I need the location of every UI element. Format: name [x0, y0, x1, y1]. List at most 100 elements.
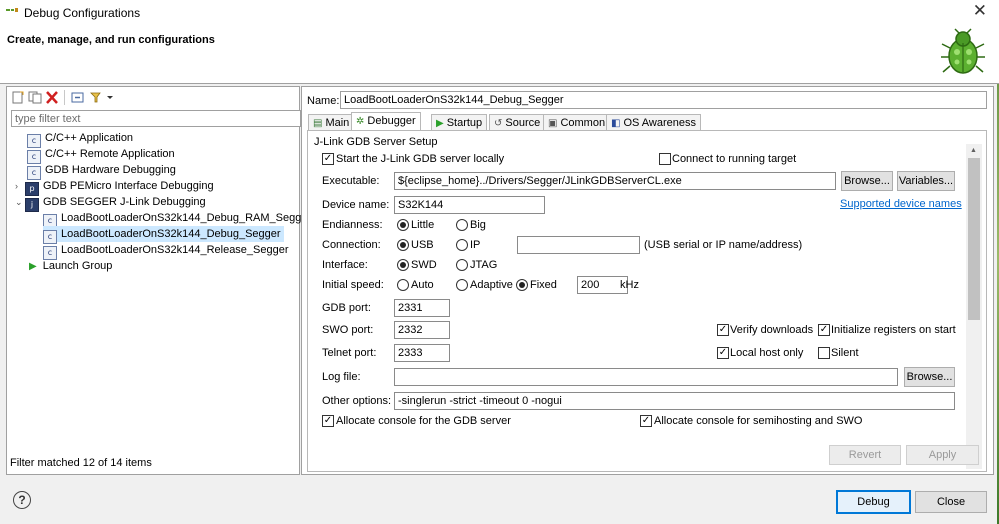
tree-item-release[interactable]: c LoadBootLoaderOnS32k144_Release_Segger: [43, 242, 289, 260]
tree-item-segger-jlink[interactable]: ⌄ j GDB SEGGER J-Link Debugging: [15, 194, 206, 212]
scroll-up-icon[interactable]: ▲: [970, 147, 977, 154]
name-label: Name:: [307, 95, 340, 107]
ip-label: IP: [470, 239, 481, 251]
tree-item-label: LoadBootLoaderOnS32k144_Release_Segger: [61, 244, 289, 256]
log-file-label: Log file:: [322, 371, 361, 383]
fixed-speed-radio[interactable]: [516, 279, 528, 291]
start-server-checkbox[interactable]: ✓: [322, 153, 334, 165]
filter-input[interactable]: [11, 110, 301, 127]
usb-radio[interactable]: [397, 239, 409, 251]
connection-hint: (USB serial or IP name/address): [644, 239, 803, 251]
debugger-tab-content: J-Link GDB Server Setup ✓ Start the J-Li…: [307, 130, 987, 472]
debugger-tab-icon: ✲: [356, 116, 365, 127]
ip-address-input[interactable]: [517, 236, 640, 254]
tab-debugger[interactable]: ✲ Debugger: [351, 112, 421, 132]
supported-devices-link[interactable]: Supported device names: [840, 198, 962, 210]
connect-running-label: Connect to running target: [672, 153, 797, 165]
telnet-port-input[interactable]: 2333: [394, 344, 450, 362]
tree-toolbar: [7, 87, 299, 109]
close-button[interactable]: Close: [915, 491, 987, 513]
close-window-icon[interactable]: ✕: [973, 1, 987, 21]
silent-checkbox[interactable]: [818, 347, 830, 359]
tree-item-label: GDB SEGGER J-Link Debugging: [43, 196, 206, 208]
apply-button[interactable]: Apply: [906, 445, 979, 465]
browse-executable-button[interactable]: Browse...: [841, 171, 893, 191]
launch-group-icon: ▶: [29, 261, 37, 272]
tab-source[interactable]: ↺ Source: [489, 114, 546, 131]
init-registers-label: Initialize registers on start: [831, 324, 956, 336]
ip-radio[interactable]: [456, 239, 468, 251]
tree-item-debug-segger-selected[interactable]: c LoadBootLoaderOnS32k144_Debug_Segger: [43, 226, 284, 244]
tab-common[interactable]: ▣ Common: [543, 114, 611, 131]
init-registers-checkbox[interactable]: ✓: [818, 324, 830, 336]
local-host-checkbox[interactable]: ✓: [717, 347, 729, 359]
connect-running-checkbox[interactable]: [659, 153, 671, 165]
variables-button[interactable]: Variables...: [897, 171, 955, 191]
tab-label: Main: [325, 117, 350, 129]
verify-downloads-checkbox[interactable]: ✓: [717, 324, 729, 336]
connection-label: Connection:: [322, 239, 381, 251]
jtag-radio[interactable]: [456, 259, 468, 271]
log-file-input[interactable]: [394, 368, 898, 386]
tab-main[interactable]: ▤ Main: [308, 114, 355, 131]
tree-item-pemicro[interactable]: › p GDB PEMicro Interface Debugging: [15, 178, 214, 196]
tab-label: Debugger: [367, 115, 416, 127]
tab-label: OS Awareness: [623, 117, 697, 129]
tree-item-cpp-application[interactable]: c C/C++ Application: [27, 130, 133, 148]
configuration-editor: Name: LoadBootLoaderOnS32k144_Debug_Segg…: [301, 86, 994, 475]
revert-button[interactable]: Revert: [829, 445, 901, 465]
little-endian-radio[interactable]: [397, 219, 409, 231]
new-config-icon[interactable]: [11, 91, 25, 104]
tree-item-debug-ram[interactable]: c LoadBootLoaderOnS32k144_Debug_RAM_Segge…: [43, 210, 312, 228]
dialog-header: Create, manage, and run configurations: [0, 25, 999, 84]
usb-label: USB: [411, 239, 434, 251]
endianness-label: Endianness:: [322, 219, 383, 231]
tree-item-gdb-hardware[interactable]: c GDB Hardware Debugging: [27, 162, 176, 180]
tree-item-launch-group[interactable]: ▶ Launch Group: [29, 258, 112, 274]
tree-item-label: C/C++ Remote Application: [45, 148, 175, 160]
auto-speed-radio[interactable]: [397, 279, 409, 291]
adaptive-label: Adaptive: [470, 279, 513, 291]
browse-log-button[interactable]: Browse...: [904, 367, 955, 387]
chevron-down-icon[interactable]: [106, 91, 114, 104]
tab-startup[interactable]: ▶ Startup: [431, 114, 488, 131]
device-name-label: Device name:: [322, 199, 390, 211]
adaptive-speed-radio[interactable]: [456, 279, 468, 291]
local-host-label: Local host only: [730, 347, 804, 359]
swd-radio[interactable]: [397, 259, 409, 271]
jtag-label: JTAG: [470, 259, 498, 271]
executable-input[interactable]: ${eclipse_home}../Drivers/Segger/JLinkGD…: [394, 172, 836, 190]
tab-label: Source: [505, 117, 541, 129]
tree-item-cpp-remote[interactable]: c C/C++ Remote Application: [27, 146, 175, 164]
device-name-input[interactable]: S32K144: [394, 196, 545, 214]
window-title: Debug Configurations: [24, 6, 141, 20]
other-options-label: Other options:: [322, 395, 392, 407]
tab-os-awareness[interactable]: ◧ OS Awareness: [606, 114, 702, 131]
header-title: Create, manage, and run configurations: [7, 34, 215, 46]
tree-item-label: LoadBootLoaderOnS32k144_Debug_RAM_Segger: [61, 212, 312, 224]
scrollbar-thumb[interactable]: [968, 158, 980, 320]
verify-downloads-label: Verify downloads: [730, 324, 814, 336]
vertical-scrollbar[interactable]: ▲ ▼: [966, 144, 982, 469]
name-input[interactable]: LoadBootLoaderOnS32k144_Debug_Segger: [340, 91, 987, 109]
duplicate-icon[interactable]: [28, 91, 42, 104]
alloc-gdb-console-checkbox[interactable]: ✓: [322, 415, 334, 427]
filter-config-icon[interactable]: [90, 91, 104, 104]
alloc-semihosting-checkbox[interactable]: ✓: [640, 415, 652, 427]
big-endian-radio[interactable]: [456, 219, 468, 231]
title-bar: Debug Configurations ✕: [0, 0, 999, 25]
gdb-port-input[interactable]: 2331: [394, 299, 450, 317]
executable-label: Executable:: [322, 175, 380, 187]
group-label: J-Link GDB Server Setup: [314, 136, 438, 148]
delete-icon[interactable]: [45, 91, 59, 104]
alloc-gdb-console-label: Allocate console for the GDB server: [336, 415, 511, 427]
collapse-twisty-icon[interactable]: ⌄: [15, 194, 25, 210]
help-icon[interactable]: ?: [13, 491, 31, 509]
silent-label: Silent: [831, 347, 859, 359]
swd-label: SWD: [411, 259, 437, 271]
debug-button[interactable]: Debug: [836, 490, 911, 514]
expand-twisty-icon[interactable]: ›: [15, 178, 25, 194]
swo-port-input[interactable]: 2332: [394, 321, 450, 339]
collapse-all-icon[interactable]: [71, 91, 85, 104]
other-options-input[interactable]: -singlerun -strict -timeout 0 -nogui: [394, 392, 955, 410]
